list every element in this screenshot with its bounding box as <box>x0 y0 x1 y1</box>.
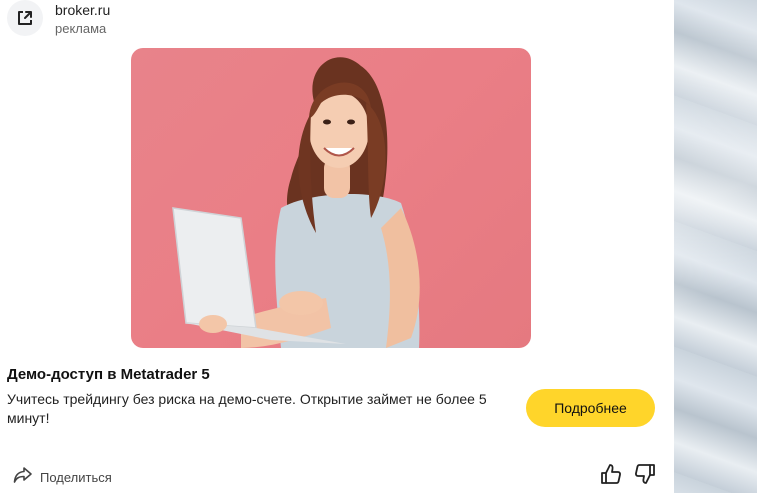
ad-title[interactable]: Демо-доступ в Metatrader 5 <box>7 366 210 383</box>
thumbs-up-icon[interactable] <box>600 463 622 490</box>
ad-label: реклама <box>55 21 107 36</box>
details-button[interactable]: Подробнее <box>526 389 655 427</box>
background-decoration <box>674 0 757 493</box>
external-link-icon[interactable] <box>7 0 43 36</box>
ad-description: Учитесь трейдингу без риска на демо-счет… <box>7 391 487 426</box>
share-arrow-icon <box>13 466 33 489</box>
ad-card: broker.ru реклама Демо-доступ в Metatrad… <box>0 0 674 493</box>
thumbs-down-icon[interactable] <box>634 463 656 490</box>
share-button[interactable]: Поделиться <box>13 466 112 489</box>
ad-image[interactable] <box>131 48 531 348</box>
share-label: Поделиться <box>40 470 112 485</box>
source-domain[interactable]: broker.ru <box>55 2 110 18</box>
